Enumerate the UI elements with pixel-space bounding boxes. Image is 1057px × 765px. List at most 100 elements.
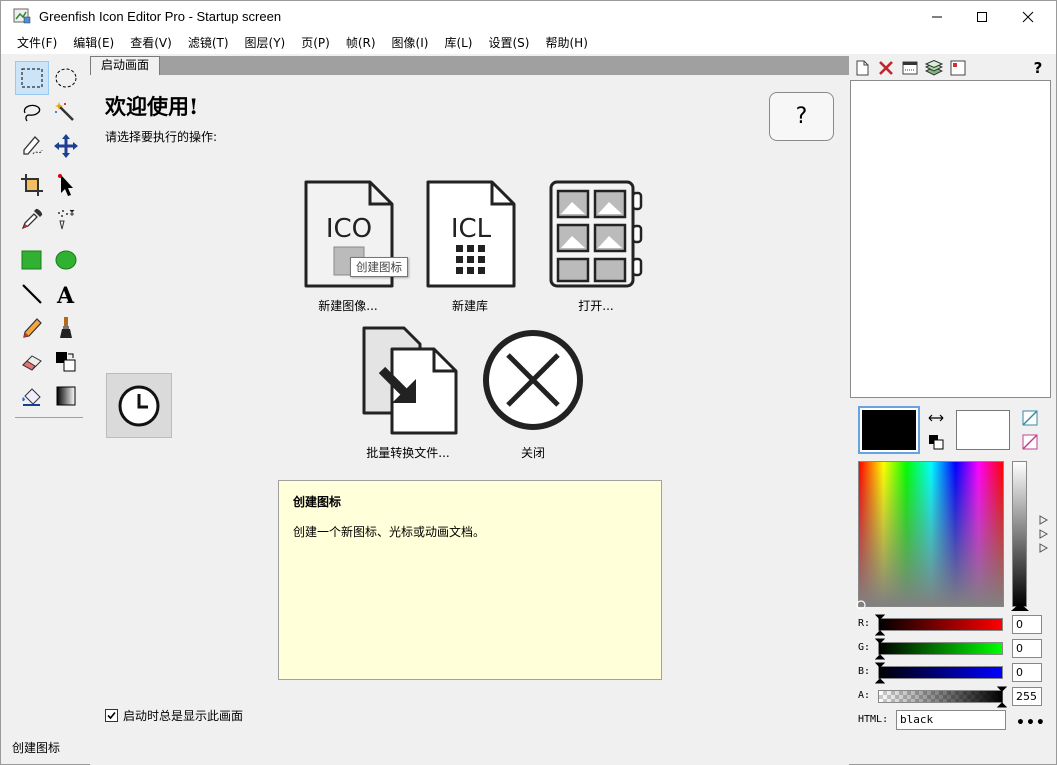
- luminance-slider-handle[interactable]: [1010, 601, 1030, 615]
- green-channel-slider[interactable]: [878, 642, 1003, 655]
- tool-move[interactable]: [49, 129, 83, 163]
- reset-colors-button[interactable]: [928, 434, 944, 453]
- tool-color-replace[interactable]: [49, 345, 83, 379]
- title-bar: Greenfish Icon Editor Pro - Startup scre…: [1, 1, 1056, 32]
- alpha-channel-input[interactable]: 255: [1012, 687, 1042, 706]
- inverted-color-button[interactable]: [1022, 434, 1038, 453]
- more-colors-button[interactable]: •••: [1016, 715, 1046, 731]
- delete-icon: [879, 61, 893, 75]
- red-channel-label: R:: [858, 618, 871, 629]
- show-on-startup-checkbox[interactable]: [105, 709, 118, 722]
- eraser-icon: [22, 355, 42, 371]
- magic-wand-icon: [55, 102, 74, 121]
- eyedropper-icon: [21, 208, 43, 230]
- open-icon: [541, 179, 651, 289]
- menu-view[interactable]: 查看(V): [122, 33, 180, 53]
- blue-channel-slider[interactable]: [878, 666, 1003, 679]
- layers-icon: [925, 60, 943, 76]
- tool-spray[interactable]: [49, 202, 83, 236]
- tab-strip: 启动画面: [90, 56, 849, 75]
- tab-startup[interactable]: 启动画面: [90, 56, 160, 75]
- alpha-channel-slider[interactable]: [878, 690, 1003, 703]
- tool-eyedropper[interactable]: [15, 202, 49, 236]
- alpha-slider-handle[interactable]: [996, 686, 1008, 711]
- foreground-color-fill: [862, 410, 916, 450]
- close-window-button[interactable]: [1005, 1, 1051, 32]
- open-label: 打开...: [578, 299, 614, 313]
- menu-help[interactable]: 帮助(H): [537, 33, 595, 53]
- green-channel-label: G:: [858, 642, 871, 653]
- menu-layers[interactable]: 图层(Y): [237, 33, 294, 53]
- tool-lasso[interactable]: [15, 95, 49, 129]
- layers-help-button[interactable]: ?: [1028, 58, 1048, 78]
- red-channel-slider[interactable]: [878, 618, 1003, 631]
- main-window: Greenfish Icon Editor Pro - Startup scre…: [0, 0, 1057, 765]
- clock-icon: [118, 385, 160, 426]
- color-presets-arrows[interactable]: [1039, 515, 1049, 558]
- help-button[interactable]: ?: [769, 92, 834, 141]
- tool-pen-path[interactable]: [15, 129, 49, 163]
- tool-pointer[interactable]: [49, 168, 83, 202]
- tool-crop[interactable]: [15, 168, 49, 202]
- merge-layers-button[interactable]: [924, 58, 944, 78]
- transparent-color-button[interactable]: [1022, 410, 1038, 429]
- tool-ellipse[interactable]: [49, 243, 83, 277]
- background-color-swatch[interactable]: [956, 410, 1010, 450]
- reset-colors-icon: [929, 435, 944, 450]
- color-spectrum[interactable]: [858, 461, 1004, 607]
- close-circle-icon: [478, 325, 588, 435]
- tool-gradient[interactable]: [49, 379, 83, 413]
- new-layer-button[interactable]: [852, 58, 872, 78]
- delete-layer-button[interactable]: [876, 58, 896, 78]
- show-on-startup-label: 启动时总是显示此画面: [123, 709, 244, 723]
- menu-filters[interactable]: 滤镜(T): [180, 33, 237, 53]
- maximize-button[interactable]: [959, 1, 1005, 32]
- tool-rectangle[interactable]: [15, 243, 49, 277]
- green-channel-input[interactable]: 0: [1012, 639, 1042, 658]
- transparent-color-icon: [1022, 410, 1038, 426]
- html-color-label: HTML:: [858, 714, 889, 725]
- spectrum-marker: [856, 599, 866, 613]
- menu-image[interactable]: 图像(I): [384, 33, 437, 53]
- ellipse-icon: [55, 250, 77, 270]
- tool-rect-select[interactable]: [15, 61, 49, 95]
- tool-brush[interactable]: [49, 311, 83, 345]
- menu-bar: 文件(F) 编辑(E) 查看(V) 滤镜(T) 图层(Y) 页(P) 帧(R) …: [1, 32, 1056, 54]
- tool-line[interactable]: [15, 277, 49, 311]
- blue-channel-label: B:: [858, 666, 871, 677]
- layer-properties-icon: [902, 61, 918, 75]
- layer-properties-button[interactable]: [900, 58, 920, 78]
- help-icon: ?: [1033, 59, 1043, 77]
- tool-magic-wand[interactable]: [49, 95, 83, 129]
- menu-settings[interactable]: 设置(S): [481, 33, 538, 53]
- html-color-input[interactable]: black: [896, 710, 1006, 730]
- tool-text[interactable]: A: [49, 277, 83, 311]
- blue-channel-input[interactable]: 0: [1012, 663, 1042, 682]
- swap-colors-button[interactable]: [928, 412, 944, 426]
- tool-fill[interactable]: [15, 379, 49, 413]
- inverted-color-icon: [1022, 434, 1038, 450]
- layers-list[interactable]: [850, 80, 1051, 398]
- menu-frames[interactable]: 帧(R): [338, 33, 384, 53]
- tool-pencil[interactable]: [15, 311, 49, 345]
- menu-file[interactable]: 文件(F): [9, 33, 65, 53]
- rectangle-icon: [21, 250, 42, 270]
- layer-mask-button[interactable]: [948, 58, 968, 78]
- swap-arrows-icon: [928, 414, 944, 422]
- red-channel-input[interactable]: 0: [1012, 615, 1042, 634]
- recent-files-button[interactable]: [106, 373, 172, 438]
- move-icon: [54, 134, 78, 158]
- tool-ellipse-select[interactable]: [49, 61, 83, 95]
- menu-edit[interactable]: 编辑(E): [65, 33, 122, 53]
- menu-library[interactable]: 库(L): [436, 33, 480, 53]
- luminance-slider[interactable]: [1012, 461, 1027, 607]
- fill-icon: [22, 388, 41, 406]
- pencil-icon: [23, 318, 42, 338]
- menu-pages[interactable]: 页(P): [293, 33, 338, 53]
- color-replace-icon: [56, 352, 76, 372]
- svg-text:A: A: [56, 283, 75, 306]
- tool-eraser[interactable]: [15, 345, 49, 379]
- minimize-button[interactable]: [914, 1, 960, 32]
- foreground-color-swatch[interactable]: [858, 406, 920, 454]
- show-on-startup-option[interactable]: 启动时总是显示此画面: [105, 707, 243, 724]
